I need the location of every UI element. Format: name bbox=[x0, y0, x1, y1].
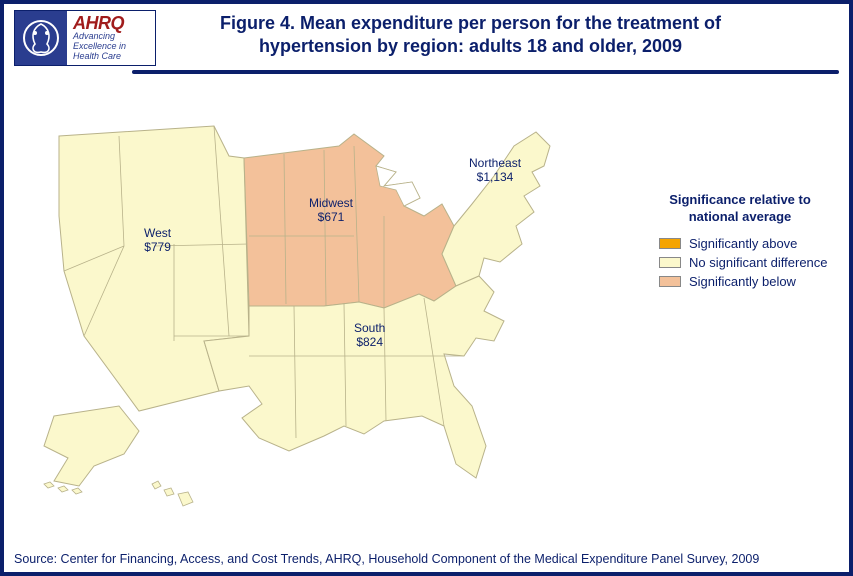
label-south-name: South bbox=[354, 321, 385, 335]
legend-label-below: Significantly below bbox=[689, 274, 796, 289]
hhs-seal-icon bbox=[15, 11, 67, 65]
label-northeast: Northeast $1,134 bbox=[469, 156, 521, 185]
swatch-nodiff bbox=[659, 257, 681, 268]
label-midwest-value: $671 bbox=[309, 210, 353, 224]
region-west-alaska bbox=[44, 406, 139, 486]
label-northeast-value: $1,134 bbox=[469, 170, 521, 184]
label-south-value: $824 bbox=[354, 335, 385, 349]
label-west: West $779 bbox=[144, 226, 171, 255]
ahrq-wordmark: AHRQ bbox=[73, 14, 147, 32]
ahrq-logo: AHRQ Advancing Excellence in Health Care bbox=[14, 10, 156, 66]
label-midwest-name: Midwest bbox=[309, 196, 353, 210]
legend-label-above: Significantly above bbox=[689, 236, 797, 251]
figure-title: Figure 4. Mean expenditure per person fo… bbox=[162, 10, 839, 57]
legend: Significance relative to national averag… bbox=[645, 192, 835, 293]
legend-item-nodiff: No significant difference bbox=[645, 255, 835, 270]
label-south: South $824 bbox=[354, 321, 385, 350]
label-west-value: $779 bbox=[144, 240, 171, 254]
us-region-map: West $779 Midwest $671 South $824 Northe… bbox=[24, 86, 624, 516]
region-west-hawaii bbox=[152, 481, 193, 506]
header: AHRQ Advancing Excellence in Health Care… bbox=[4, 4, 849, 66]
region-south bbox=[204, 276, 504, 478]
swatch-below bbox=[659, 276, 681, 287]
source-note: Source: Center for Financing, Access, an… bbox=[14, 552, 759, 566]
legend-label-nodiff: No significant difference bbox=[689, 255, 828, 270]
ahrq-tagline: Advancing Excellence in Health Care bbox=[73, 32, 147, 62]
legend-item-below: Significantly below bbox=[645, 274, 835, 289]
label-midwest: Midwest $671 bbox=[309, 196, 353, 225]
label-west-name: West bbox=[144, 226, 171, 240]
swatch-above bbox=[659, 238, 681, 249]
figure-frame: AHRQ Advancing Excellence in Health Care… bbox=[0, 0, 853, 576]
legend-title: Significance relative to national averag… bbox=[645, 192, 835, 226]
ahrq-logo-text: AHRQ Advancing Excellence in Health Care bbox=[67, 11, 155, 65]
legend-item-above: Significantly above bbox=[645, 236, 835, 251]
title-underline bbox=[132, 70, 839, 74]
label-northeast-name: Northeast bbox=[469, 156, 521, 170]
